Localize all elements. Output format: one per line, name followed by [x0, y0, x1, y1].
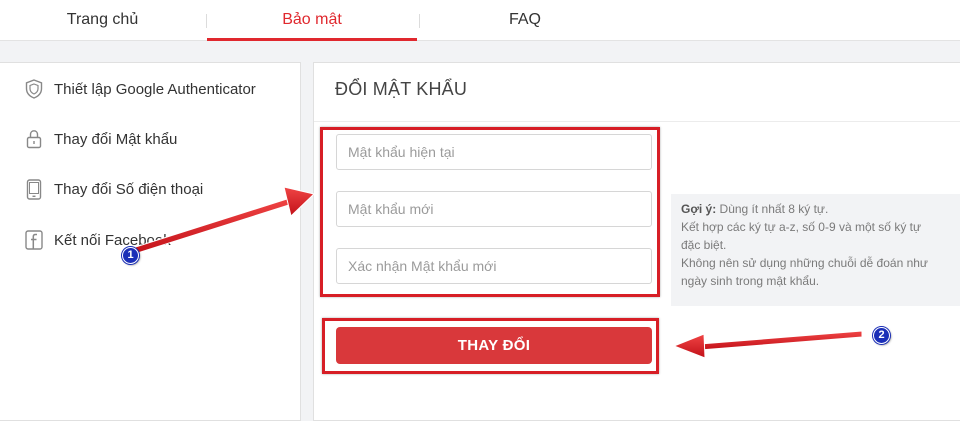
current-password-input[interactable]: [336, 134, 652, 170]
hint-text: Dùng ít nhất 8 ký tự.: [716, 202, 829, 216]
new-password-input[interactable]: [336, 191, 652, 227]
tab-faq[interactable]: FAQ: [420, 0, 630, 41]
password-hint-box: Gợi ý: Dùng ít nhất 8 ký tự. Kết hợp các…: [671, 194, 960, 306]
facebook-icon: [24, 229, 44, 251]
sidebar-item-change-password[interactable]: Thay đổi Mật khẩu: [0, 119, 300, 159]
sidebar-item-label: Thay đổi Số điện thoại: [54, 180, 204, 198]
hint-line-4: Không nên sử dụng những chuỗi dễ đoán nh…: [681, 256, 928, 270]
sidebar-item-label: Thay đổi Mật khẩu: [54, 130, 178, 148]
change-password-button[interactable]: THAY ĐỔI: [336, 327, 652, 364]
annotation-badge-1: 1: [122, 247, 139, 264]
sidebar-item-label: Kết nối Facebook: [54, 231, 171, 249]
title-divider: [314, 121, 960, 122]
hint-line-3: đặc biệt.: [681, 238, 727, 252]
phone-icon: [24, 178, 44, 200]
confirm-password-input[interactable]: [336, 248, 652, 284]
sidebar-item-connect-facebook[interactable]: Kết nối Facebook: [0, 220, 300, 260]
hint-title: Gợi ý:: [681, 202, 717, 216]
shield-icon: [24, 78, 44, 100]
sidebar-item-change-phone[interactable]: Thay đổi Số điện thoại: [0, 169, 300, 209]
tab-home[interactable]: Trang chủ: [0, 0, 205, 41]
page-title: ĐỔI MẬT KHẨU: [335, 79, 468, 99]
lock-icon: [24, 128, 44, 150]
change-password-panel: ĐỔI MẬT KHẨU Gợi ý: Dùng ít nhất 8 ký tự…: [313, 62, 960, 421]
sidebar-item-google-authenticator[interactable]: Thiết lập Google Authenticator: [0, 69, 300, 109]
tab-security[interactable]: Bảo mật: [207, 0, 417, 41]
security-sidebar: Thiết lập Google Authenticator Thay đổi …: [0, 62, 301, 421]
hint-line-1: Gợi ý: Dùng ít nhất 8 ký tự.: [681, 200, 951, 218]
sidebar-item-label: Thiết lập Google Authenticator: [54, 80, 256, 98]
hint-line-2: Kết hợp các ký tự a-z, số 0-9 và một số …: [681, 220, 922, 234]
hint-line-5: ngày sinh trong mật khẩu.: [681, 274, 820, 288]
top-tab-bar: Trang chủ Bảo mật FAQ: [0, 0, 960, 41]
annotation-badge-2: 2: [873, 327, 890, 344]
